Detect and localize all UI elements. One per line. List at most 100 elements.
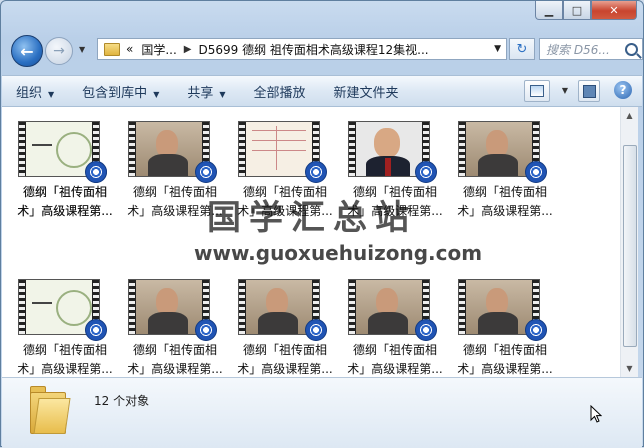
organize-label: 组织: [16, 85, 43, 101]
close-button[interactable]: ✕: [591, 1, 637, 20]
film-strip: [349, 122, 355, 176]
change-view-button[interactable]: [524, 80, 550, 102]
breadcrumb-item-current[interactable]: D5699 德纲 祖传面相术高级课程12集视...: [199, 41, 429, 58]
preview-pane-button[interactable]: [578, 80, 600, 102]
search-placeholder[interactable]: 搜索 D56...: [540, 41, 610, 58]
thumbnail-image: [356, 280, 422, 334]
item-count: 12 个对象: [94, 394, 150, 408]
video-thumbnail[interactable]: [458, 279, 547, 341]
help-button[interactable]: ?: [614, 81, 632, 99]
video-thumbnail[interactable]: [458, 121, 547, 183]
share-label: 共享: [187, 85, 214, 101]
thumbnail-image: [466, 122, 532, 176]
media-player-icon: [195, 319, 217, 341]
file-item[interactable]: 德纲「祖传面相 术」高级课程第...: [452, 265, 558, 385]
media-player-icon: [525, 161, 547, 183]
file-name[interactable]: 德纲「祖传面相 术」高级课程第...: [452, 341, 558, 379]
video-thumbnail[interactable]: [18, 121, 107, 183]
file-name[interactable]: 德纲「祖传面相 术」高级课程第...: [342, 341, 448, 379]
vertical-scrollbar[interactable]: ▲ ▼: [620, 107, 638, 377]
search-box[interactable]: 搜索 D56...: [539, 38, 643, 60]
scroll-thumb[interactable]: [623, 145, 637, 347]
maximize-button[interactable]: □: [563, 1, 591, 20]
media-player-icon: [195, 161, 217, 183]
command-bar: 组织 ▼ 包含到库中 ▼ 共享 ▼ 全部播放 新建文件夹 ▼ ?: [2, 75, 642, 107]
video-thumbnail[interactable]: [18, 279, 107, 341]
media-player-icon: [525, 319, 547, 341]
thumbnail-image: [26, 280, 92, 334]
video-thumbnail[interactable]: [348, 121, 437, 183]
file-name[interactable]: 德纲「祖传面相 术」高级课程第...: [12, 341, 118, 379]
scroll-down-icon[interactable]: ▼: [621, 360, 638, 377]
video-thumbnail[interactable]: [128, 121, 217, 183]
file-item[interactable]: 德纲「祖传面相 术」高级课程第...: [452, 107, 558, 227]
refresh-icon: ↻: [516, 41, 528, 57]
film-strip: [239, 280, 245, 334]
folder-icon: [104, 42, 120, 56]
search-icon[interactable]: [625, 42, 638, 56]
details-pane: 12 个对象: [2, 377, 642, 448]
media-player-icon: [415, 161, 437, 183]
minimize-button[interactable]: ▁: [535, 1, 563, 20]
media-player-icon: [85, 161, 107, 183]
include-in-library-label: 包含到库中: [82, 85, 148, 101]
help-icon: ?: [619, 83, 627, 97]
watermark-url: www.guoxuehuizong.com: [194, 241, 483, 265]
watermark-text: 国学汇总站: [207, 198, 417, 238]
file-name[interactable]: 德纲「祖传面相 术」高级课程第...: [122, 341, 228, 379]
film-strip: [459, 280, 465, 334]
chevron-down-icon: ▼: [219, 89, 226, 99]
file-item[interactable]: 德纲「祖传面相 术」高级课程第...: [12, 107, 118, 227]
chevron-down-icon: ▼: [48, 89, 55, 99]
explorer-window: ▁ □ ✕ ← → ▼ « 国学... ▶ D5699 德纲 祖传面相术高级课程…: [0, 0, 644, 448]
film-strip: [129, 280, 135, 334]
thumbnail-image: [246, 122, 312, 176]
video-thumbnail[interactable]: [238, 279, 327, 341]
address-dropdown-icon[interactable]: ▼: [494, 44, 501, 54]
film-strip: [459, 122, 465, 176]
back-button[interactable]: ←: [11, 35, 43, 67]
video-thumbnail[interactable]: [238, 121, 327, 183]
breadcrumb-item-parent[interactable]: 国学...: [141, 41, 176, 58]
breadcrumb-separator-icon[interactable]: ▶: [184, 44, 192, 55]
thumbnail-image: [356, 122, 422, 176]
caption-buttons: ▁ □ ✕: [535, 1, 637, 20]
file-item[interactable]: 德纲「祖传面相 术」高级课程第...: [232, 265, 338, 385]
video-thumbnail[interactable]: [348, 279, 437, 341]
file-item[interactable]: 德纲「祖传面相 术」高级课程第...: [342, 265, 448, 385]
share-menu[interactable]: 共享 ▼: [173, 82, 239, 101]
film-strip: [129, 122, 135, 176]
refresh-button[interactable]: ↻: [509, 38, 535, 60]
thumbnail-image: [246, 280, 312, 334]
file-item[interactable]: 德纲「祖传面相 术」高级课程第...: [122, 265, 228, 385]
thumbnail-image: [466, 280, 532, 334]
media-player-icon: [85, 319, 107, 341]
file-name[interactable]: 德纲「祖传面相 术」高级课程第...: [452, 183, 558, 221]
film-strip: [239, 122, 245, 176]
chevron-down-icon: ▼: [153, 89, 160, 99]
preview-pane-icon: [583, 85, 596, 98]
file-name[interactable]: 德纲「祖传面相 术」高级课程第...: [12, 183, 118, 221]
media-player-icon: [415, 319, 437, 341]
forward-button[interactable]: →: [45, 37, 73, 65]
video-thumbnail[interactable]: [128, 279, 217, 341]
new-folder-button[interactable]: 新建文件夹: [320, 82, 413, 101]
navigation-bar: ← → ▼ « 国学... ▶ D5699 德纲 祖传面相术高级课程12集视..…: [9, 31, 643, 67]
include-in-library-menu[interactable]: 包含到库中 ▼: [68, 82, 173, 101]
scroll-up-icon[interactable]: ▲: [621, 107, 638, 124]
film-strip: [19, 280, 25, 334]
organize-menu[interactable]: 组织 ▼: [2, 82, 68, 101]
film-strip: [349, 280, 355, 334]
file-item[interactable]: 德纲「祖传面相 术」高级课程第...: [12, 265, 118, 385]
view-options-dropdown[interactable]: ▼: [562, 86, 568, 95]
back-arrow-icon: ←: [20, 41, 34, 61]
thumbnail-image: [26, 122, 92, 176]
view-icon: [530, 85, 544, 97]
film-strip: [19, 122, 25, 176]
file-name[interactable]: 德纲「祖传面相 术」高级课程第...: [232, 341, 338, 379]
play-all-button[interactable]: 全部播放: [240, 82, 320, 101]
breadcrumb-overflow[interactable]: «: [126, 42, 133, 56]
address-bar[interactable]: « 国学... ▶ D5699 德纲 祖传面相术高级课程12集视... ▼: [97, 38, 507, 60]
thumbnail-image: [136, 280, 202, 334]
recent-pages-dropdown[interactable]: ▼: [79, 45, 85, 54]
